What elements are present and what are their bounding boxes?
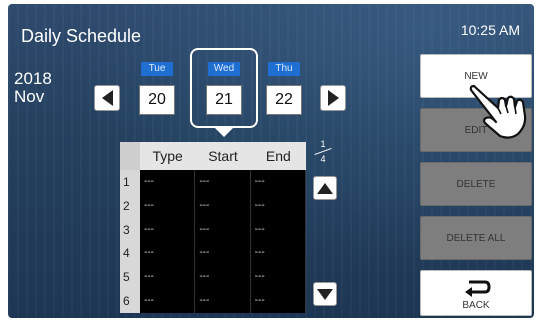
year-label: 2018 <box>14 69 52 88</box>
table-row[interactable]: 2 --- --- --- <box>120 193 306 218</box>
pointing-hand-icon <box>469 84 527 139</box>
month-label: Nov <box>14 87 45 106</box>
row-index: 3 <box>120 217 140 242</box>
row-index: 2 <box>120 193 140 218</box>
schedule-table: Type Start End 1 --- --- --- 2 --- --- -… <box>120 142 306 313</box>
cell-type: --- <box>140 170 196 194</box>
page-total: 4 <box>320 154 326 164</box>
date-tue[interactable]: 20 <box>139 85 175 115</box>
page-indicator: 1 4 <box>313 139 333 164</box>
cell-start: --- <box>195 241 251 266</box>
day-tab-wed: Wed <box>208 62 240 76</box>
arrow-up-icon <box>317 182 333 194</box>
delete-all-button[interactable]: DELETE ALL <box>420 216 532 260</box>
index-header <box>120 142 140 170</box>
column-header-start: Start <box>208 148 238 164</box>
back-arrow-icon <box>465 280 491 297</box>
previous-day-button[interactable] <box>94 85 120 111</box>
table-row[interactable]: 6 --- --- --- <box>120 288 306 313</box>
table-row[interactable]: 3 --- --- --- <box>120 217 306 242</box>
cell-end: --- <box>251 170 306 194</box>
day-tab-tue: Tue <box>141 62 173 76</box>
selected-day-pointer <box>215 128 233 137</box>
cell-type: --- <box>140 241 196 266</box>
row-index: 1 <box>120 170 140 194</box>
column-header-type: Type <box>152 148 183 164</box>
scroll-up-button[interactable] <box>313 176 337 200</box>
year-month-label: 2018 Nov <box>14 70 52 106</box>
cell-start: --- <box>195 217 251 242</box>
back-button[interactable]: BACK <box>420 270 532 316</box>
arrow-left-icon <box>101 90 113 106</box>
delete-button[interactable]: DELETE <box>420 162 532 206</box>
cell-type: --- <box>140 217 196 242</box>
clock: 10:25 AM <box>460 22 520 38</box>
back-label: BACK <box>462 300 490 311</box>
cell-start: --- <box>195 265 251 289</box>
cell-start: --- <box>195 193 251 218</box>
page-title: Daily Schedule <box>21 26 142 46</box>
table-row[interactable]: 4 --- --- --- <box>120 241 306 266</box>
arrow-down-icon <box>317 288 333 300</box>
row-index: 6 <box>120 288 140 313</box>
date-wed[interactable]: 21 <box>206 85 242 115</box>
scroll-down-button[interactable] <box>313 282 337 306</box>
cell-type: --- <box>140 288 196 313</box>
cell-end: --- <box>251 193 306 218</box>
next-day-button[interactable] <box>320 85 346 111</box>
table-header: Type Start End <box>120 142 306 170</box>
arrow-right-icon <box>327 90 339 106</box>
cell-end: --- <box>251 217 306 242</box>
day-tab-thu: Thu <box>268 62 300 76</box>
row-index: 4 <box>120 241 140 266</box>
cell-start: --- <box>195 288 251 313</box>
date-thu[interactable]: 22 <box>266 85 302 115</box>
cell-type: --- <box>140 193 196 218</box>
table-row[interactable]: 1 --- --- --- <box>120 170 306 194</box>
table-row[interactable]: 5 --- --- --- <box>120 265 306 289</box>
row-index: 5 <box>120 265 140 289</box>
cell-type: --- <box>140 265 196 289</box>
column-header-end: End <box>265 148 291 164</box>
cell-end: --- <box>251 288 306 313</box>
cell-end: --- <box>251 265 306 289</box>
cell-start: --- <box>195 170 251 194</box>
cell-end: --- <box>251 241 306 266</box>
